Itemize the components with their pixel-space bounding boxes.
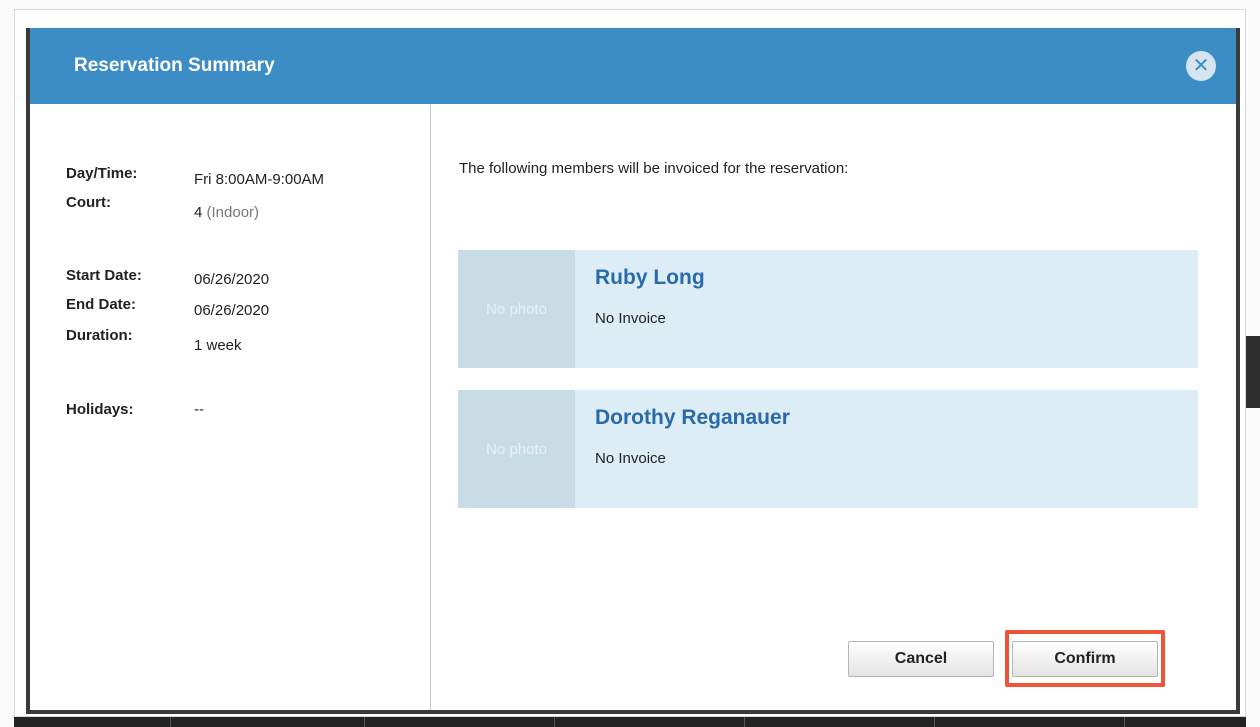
end-date-value: 06/26/2020 bbox=[194, 302, 270, 319]
court-value: 4 (Indoor) bbox=[194, 204, 259, 221]
end-date-label: End Date: bbox=[66, 296, 137, 313]
start-date-value: 06/26/2020 bbox=[194, 271, 270, 288]
duration-label: Duration: bbox=[66, 327, 133, 344]
day-time-value: Fri 8:00AM-9:00AM bbox=[194, 171, 325, 188]
court-number: 4 bbox=[194, 204, 203, 221]
invoice-panel: The following members will be invoiced f… bbox=[431, 104, 1236, 710]
reservation-summary-modal: Reservation Summary ✕ Day/Time: Fri 8:00… bbox=[26, 28, 1240, 714]
duration-value: 1 week bbox=[194, 337, 242, 354]
start-date-label: Start Date: bbox=[66, 267, 142, 284]
court-type: (Indoor) bbox=[206, 204, 260, 221]
day-time-label: Day/Time: bbox=[66, 165, 138, 182]
member-photo-placeholder: No photo bbox=[458, 390, 575, 508]
modal-title: Reservation Summary bbox=[74, 55, 275, 76]
holidays-label: Holidays: bbox=[66, 401, 134, 418]
member-invoice-status: No Invoice bbox=[595, 310, 666, 327]
invoice-intro: The following members will be invoiced f… bbox=[459, 160, 849, 177]
member-invoice-status: No Invoice bbox=[595, 450, 666, 467]
cancel-button[interactable]: Cancel bbox=[848, 641, 994, 677]
holidays-value: -- bbox=[194, 401, 204, 418]
close-icon[interactable]: ✕ bbox=[1186, 51, 1216, 81]
court-label: Court: bbox=[66, 194, 111, 211]
modal-header: Reservation Summary ✕ bbox=[30, 28, 1236, 104]
member-name-link[interactable]: Dorothy Reganauer bbox=[595, 406, 790, 430]
member-photo-placeholder: No photo bbox=[458, 250, 575, 368]
reservation-details-panel: Day/Time: Fri 8:00AM-9:00AM Court: 4 (In… bbox=[30, 104, 431, 710]
member-name-link[interactable]: Ruby Long bbox=[595, 266, 705, 290]
member-card: No photo Dorothy Reganauer No Invoice bbox=[458, 390, 1198, 508]
member-card: No photo Ruby Long No Invoice bbox=[458, 250, 1198, 368]
confirm-button[interactable]: Confirm bbox=[1012, 641, 1158, 677]
